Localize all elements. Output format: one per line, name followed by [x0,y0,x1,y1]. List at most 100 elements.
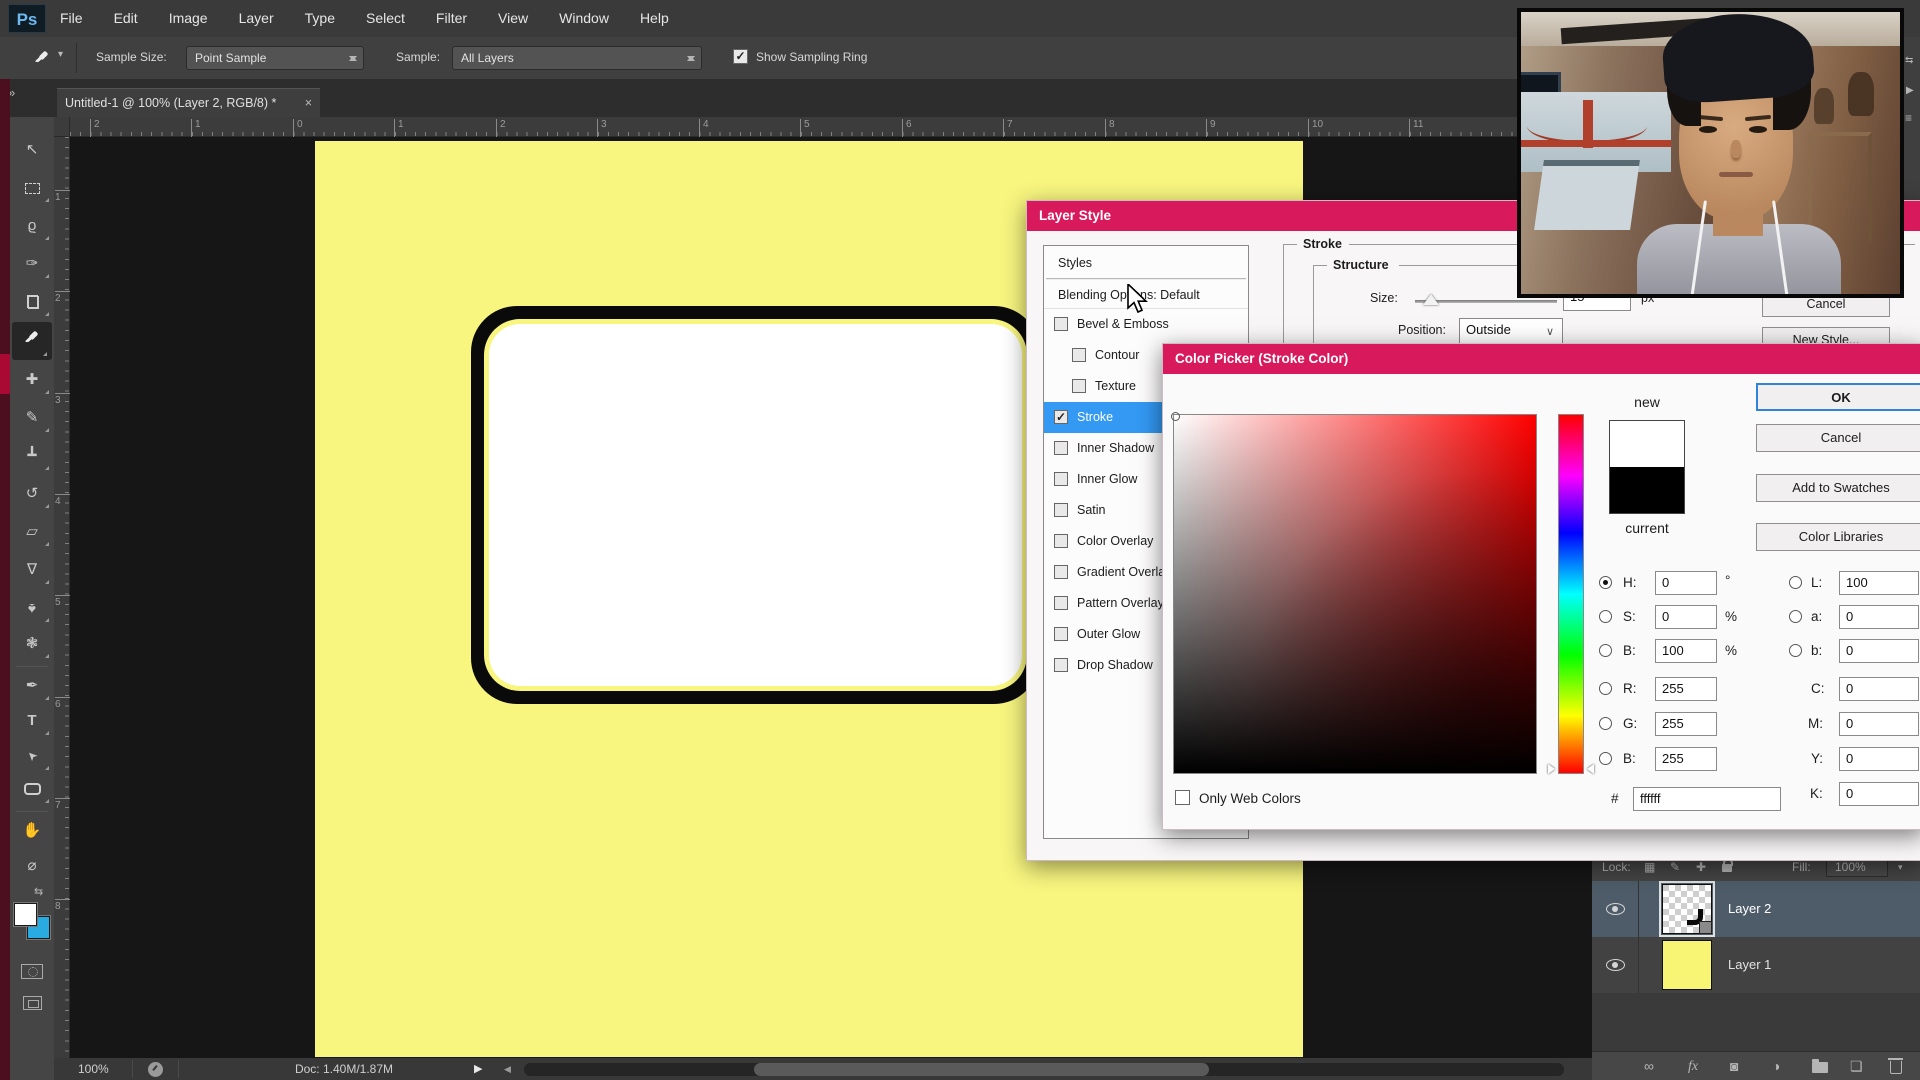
dodge-tool[interactable]: ❃ [10,628,54,662]
adjustment-layer-icon[interactable]: ◑ [1772,1052,1780,1080]
color-picker-ok-button[interactable]: OK [1756,383,1920,411]
menu-item-view[interactable]: View [496,0,530,37]
dock-stepper-icon[interactable]: ⇆ [1905,55,1913,66]
h-radio[interactable] [1599,576,1612,589]
quick-selection-tool[interactable]: ✑ [10,248,54,282]
dock-list-icon[interactable]: ≡ [1905,111,1912,125]
layer-name[interactable]: Layer 2 [1728,901,1771,916]
layer-visibility-eye-icon[interactable] [1606,959,1625,971]
style-checkbox[interactable] [1054,503,1068,517]
style-checkbox[interactable] [1054,534,1068,548]
lab-b-radio[interactable] [1789,644,1802,657]
swap-colors-icon[interactable]: ⇆ [34,885,43,898]
menu-item-image[interactable]: Image [167,0,210,37]
a-value-field[interactable]: 0 [1839,605,1919,629]
hue-slider-handle-left[interactable] [1548,764,1555,774]
menu-item-filter[interactable]: Filter [434,0,469,37]
style-checkbox[interactable] [1054,317,1068,331]
sample-dropdown[interactable]: All Layers [452,46,702,70]
scroll-left-arrow-icon[interactable]: ◀ [504,1058,511,1080]
l-value-field[interactable]: 100 [1839,571,1919,595]
layer-1-thumbnail[interactable] [1662,940,1712,990]
style-checkbox-checked[interactable]: ✓ [1054,410,1068,424]
type-tool[interactable]: T [10,705,54,739]
rectangular-marquee-tool[interactable] [10,172,54,206]
r-radio[interactable] [1599,682,1612,695]
styles-header[interactable]: Styles [1044,246,1248,278]
style-checkbox[interactable] [1054,627,1068,641]
clone-stamp-tool[interactable]: ┻ [10,440,54,474]
menu-item-type[interactable]: Type [303,0,337,37]
style-checkbox[interactable] [1054,565,1068,579]
layer-row-layer-2[interactable]: Layer 2 [1592,881,1920,937]
history-brush-tool[interactable]: ↺ [10,478,54,512]
hand-tool[interactable]: ✋ [10,815,54,849]
m-value-field[interactable]: 0 [1839,712,1919,736]
y-value-field[interactable]: 0 [1839,747,1919,771]
style-checkbox[interactable] [1054,472,1068,486]
color-libraries-button[interactable]: Color Libraries [1756,523,1920,551]
h-value-field[interactable]: 0 [1655,571,1717,595]
b-radio[interactable] [1599,644,1612,657]
preset-caret-icon[interactable]: ▾ [58,49,63,60]
tab-close-icon[interactable]: × [305,89,312,118]
status-popup-arrow-icon[interactable]: ▶ [474,1058,482,1080]
style-checkbox[interactable] [1054,596,1068,610]
color-picker-titlebar[interactable]: Color Picker (Stroke Color) [1163,344,1920,374]
menu-item-file[interactable]: File [58,0,85,37]
hue-slider[interactable] [1558,414,1584,774]
eraser-tool[interactable]: ▱ [10,516,54,550]
only-web-colors-checkbox[interactable] [1175,790,1190,805]
r-value-field[interactable]: 255 [1655,677,1717,701]
hue-slider-handle-right[interactable] [1587,764,1594,774]
g-radio[interactable] [1599,717,1612,730]
pen-tool[interactable]: ✒ [10,670,54,704]
show-sampling-ring-checkbox[interactable]: ✓ [733,49,748,64]
new-layer-icon[interactable]: ❏ [1850,1052,1863,1080]
style-checkbox[interactable] [1072,348,1086,362]
crop-tool[interactable] [10,286,54,320]
path-selection-tool[interactable]: ➤ [10,740,54,774]
quick-mask-button[interactable] [10,955,54,989]
hex-value-field[interactable]: ffffff [1633,787,1781,811]
eyedropper-tool[interactable] [12,322,52,360]
s-value-field[interactable]: 0 [1655,605,1717,629]
position-dropdown[interactable]: Outside ∨ [1459,318,1563,344]
color-picker-cancel-button[interactable]: Cancel [1756,424,1920,452]
layer-visibility-eye-icon[interactable] [1606,903,1625,915]
layer-row-layer-1[interactable]: Layer 1 [1592,937,1920,993]
menu-item-layer[interactable]: Layer [237,0,276,37]
menu-item-select[interactable]: Select [364,0,407,37]
delete-layer-icon[interactable] [1888,1058,1903,1074]
lock-all-icon[interactable] [1722,859,1733,872]
paint-bucket-tool[interactable]: ∇ [10,554,54,588]
style-checkbox[interactable] [1054,658,1068,672]
style-checkbox[interactable] [1072,379,1086,393]
blur-tool[interactable]: ♠ [10,592,54,626]
k-value-field[interactable]: 0 [1839,782,1919,806]
dock-play-icon[interactable]: ▶ [1906,85,1914,96]
menu-item-help[interactable]: Help [638,0,671,37]
layer-name[interactable]: Layer 1 [1728,957,1771,972]
document-tab[interactable]: Untitled-1 @ 100% (Layer 2, RGB/8) * × [57,88,320,117]
a-radio[interactable] [1789,610,1802,623]
move-tool[interactable]: ↖ [10,134,54,168]
screen-mode-button[interactable] [10,987,54,1021]
g-value-field[interactable]: 255 [1655,712,1717,736]
zoom-level[interactable]: 100% [78,1058,109,1080]
b2-radio[interactable] [1599,752,1612,765]
style-checkbox[interactable] [1054,441,1068,455]
layer-style-fx-icon[interactable]: fx [1688,1052,1698,1080]
horizontal-scrollbar-thumb[interactable] [754,1063,1209,1076]
spot-healing-brush-tool[interactable]: ✚ [10,364,54,398]
layer-2-thumbnail[interactable] [1659,881,1715,937]
menu-item-edit[interactable]: Edit [112,0,140,37]
link-layers-icon[interactable]: ∞ [1644,1052,1654,1080]
menu-item-window[interactable]: Window [557,0,611,37]
brush-tool[interactable]: ✎ [10,402,54,436]
add-to-swatches-button[interactable]: Add to Swatches [1756,474,1920,502]
eyedropper-preset-icon[interactable] [34,50,50,66]
c-value-field[interactable]: 0 [1839,677,1919,701]
l-radio[interactable] [1789,576,1802,589]
add-layer-mask-icon[interactable]: ◙ [1730,1052,1738,1080]
